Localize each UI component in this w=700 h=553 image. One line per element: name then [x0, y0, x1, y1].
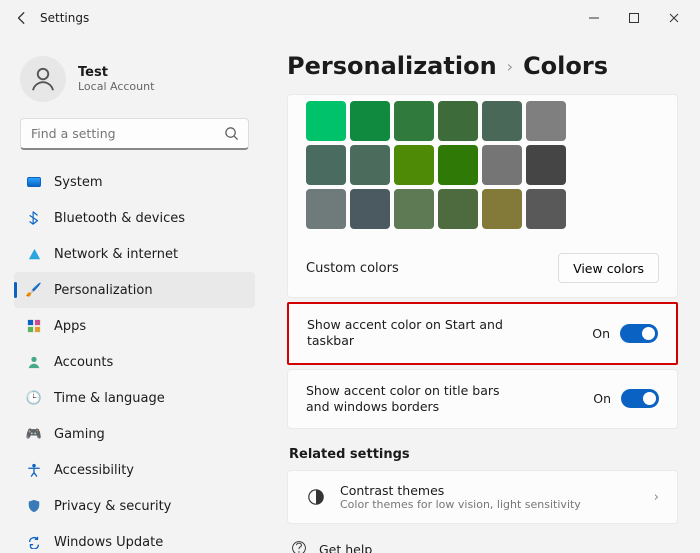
color-swatch[interactable]	[438, 189, 478, 229]
color-swatch[interactable]	[482, 145, 522, 185]
nav: System Bluetooth & devices Network & inter…	[10, 164, 259, 553]
nav-icon	[26, 246, 42, 262]
help-icon	[291, 540, 307, 553]
color-swatch[interactable]	[482, 101, 522, 141]
color-swatch[interactable]	[394, 101, 434, 141]
contrast-subtitle: Color themes for low vision, light sensi…	[340, 498, 640, 511]
avatar	[20, 56, 66, 102]
back-button[interactable]	[6, 2, 38, 34]
nav-icon: 🕒	[26, 390, 42, 406]
highlight-box: Show accent color on Start and taskbar O…	[287, 302, 678, 365]
color-swatch[interactable]	[394, 189, 434, 229]
color-swatches	[288, 95, 677, 243]
option-accent-title-borders[interactable]: Show accent color on title bars and wind…	[287, 369, 678, 430]
toggle-switch[interactable]	[621, 389, 659, 408]
sidebar-item-accessibility[interactable]: Accessibility	[14, 452, 255, 488]
contrast-icon	[306, 487, 326, 507]
user-subtitle: Local Account	[78, 80, 154, 93]
view-colors-button[interactable]: View colors	[558, 253, 659, 283]
color-swatch[interactable]	[526, 101, 566, 141]
nav-label: System	[54, 175, 102, 190]
sidebar-item-accounts[interactable]: Accounts	[14, 344, 255, 380]
search-input[interactable]	[20, 118, 249, 150]
sidebar-item-bluetooth-devices[interactable]: Bluetooth & devices	[14, 200, 255, 236]
color-swatch[interactable]	[350, 145, 390, 185]
chevron-right-icon: ›	[654, 490, 659, 505]
color-swatch[interactable]	[438, 145, 478, 185]
sidebar-item-apps[interactable]: Apps	[14, 308, 255, 344]
sidebar-item-gaming[interactable]: 🎮 Gaming	[14, 416, 255, 452]
nav-icon: 🎮	[26, 426, 42, 442]
nav-label: Personalization	[54, 283, 153, 298]
color-swatch[interactable]	[482, 189, 522, 229]
toggle-state: On	[593, 391, 611, 406]
color-swatch[interactable]	[306, 189, 346, 229]
breadcrumb-current: Colors	[523, 52, 608, 80]
color-swatch[interactable]	[438, 101, 478, 141]
search	[20, 118, 249, 150]
window-title: Settings	[40, 11, 89, 25]
nav-icon: 🖌️	[26, 282, 42, 298]
minimize-button[interactable]	[574, 2, 614, 34]
sidebar: Test Local Account System Bluetooth & dev…	[0, 36, 265, 553]
sidebar-item-privacy-security[interactable]: Privacy & security	[14, 488, 255, 524]
nav-icon	[26, 534, 42, 550]
option-accent-start-taskbar[interactable]: Show accent color on Start and taskbar O…	[289, 304, 676, 363]
nav-label: Accounts	[54, 355, 113, 370]
maximize-button[interactable]	[614, 2, 654, 34]
contrast-themes-item[interactable]: Contrast themes Color themes for low vis…	[287, 470, 678, 524]
toggle-switch[interactable]	[620, 324, 658, 343]
custom-colors-label: Custom colors	[306, 261, 399, 276]
sidebar-item-network-internet[interactable]: Network & internet	[14, 236, 255, 272]
color-swatch[interactable]	[526, 189, 566, 229]
toggle-state: On	[592, 326, 610, 341]
breadcrumb-parent[interactable]: Personalization	[287, 52, 497, 80]
color-swatch[interactable]	[394, 145, 434, 185]
color-swatch[interactable]	[306, 145, 346, 185]
sidebar-item-personalization[interactable]: 🖌️ Personalization	[14, 272, 255, 308]
chevron-right-icon: ›	[507, 57, 513, 76]
option-label: Show accent color on Start and taskbar	[307, 317, 507, 350]
nav-label: Network & internet	[54, 247, 178, 262]
close-button[interactable]	[654, 2, 694, 34]
related-heading: Related settings	[289, 447, 678, 462]
sidebar-item-windows-update[interactable]: Windows Update	[14, 524, 255, 553]
nav-label: Accessibility	[54, 463, 134, 478]
accent-color-panel: Custom colors View colors	[287, 94, 678, 298]
nav-label: Gaming	[54, 427, 105, 442]
nav-label: Apps	[54, 319, 86, 334]
color-swatch[interactable]	[350, 101, 390, 141]
nav-label: Windows Update	[54, 535, 163, 550]
get-help[interactable]: Get help	[287, 540, 678, 553]
sidebar-item-time-language[interactable]: 🕒 Time & language	[14, 380, 255, 416]
nav-icon	[26, 210, 42, 226]
color-swatch[interactable]	[306, 101, 346, 141]
contrast-title: Contrast themes	[340, 483, 640, 498]
search-icon	[224, 126, 239, 145]
nav-icon	[26, 318, 42, 334]
sidebar-item-system[interactable]: System	[14, 164, 255, 200]
nav-icon	[26, 462, 42, 478]
breadcrumb: Personalization › Colors	[287, 52, 678, 80]
nav-label: Bluetooth & devices	[54, 211, 185, 226]
nav-label: Time & language	[54, 391, 165, 406]
window-controls	[574, 2, 694, 34]
nav-icon	[26, 354, 42, 370]
main-pane: Personalization › Colors Custom colors V…	[265, 36, 700, 553]
color-swatch[interactable]	[526, 145, 566, 185]
custom-colors-row: Custom colors View colors	[288, 243, 677, 297]
color-swatch[interactable]	[350, 189, 390, 229]
help-label: Get help	[319, 542, 372, 553]
nav-label: Privacy & security	[54, 499, 171, 514]
nav-icon	[26, 498, 42, 514]
user-name: Test	[78, 65, 154, 80]
nav-icon	[26, 174, 42, 190]
option-label: Show accent color on title bars and wind…	[306, 383, 506, 416]
titlebar: Settings	[0, 0, 700, 36]
profile[interactable]: Test Local Account	[10, 44, 259, 118]
